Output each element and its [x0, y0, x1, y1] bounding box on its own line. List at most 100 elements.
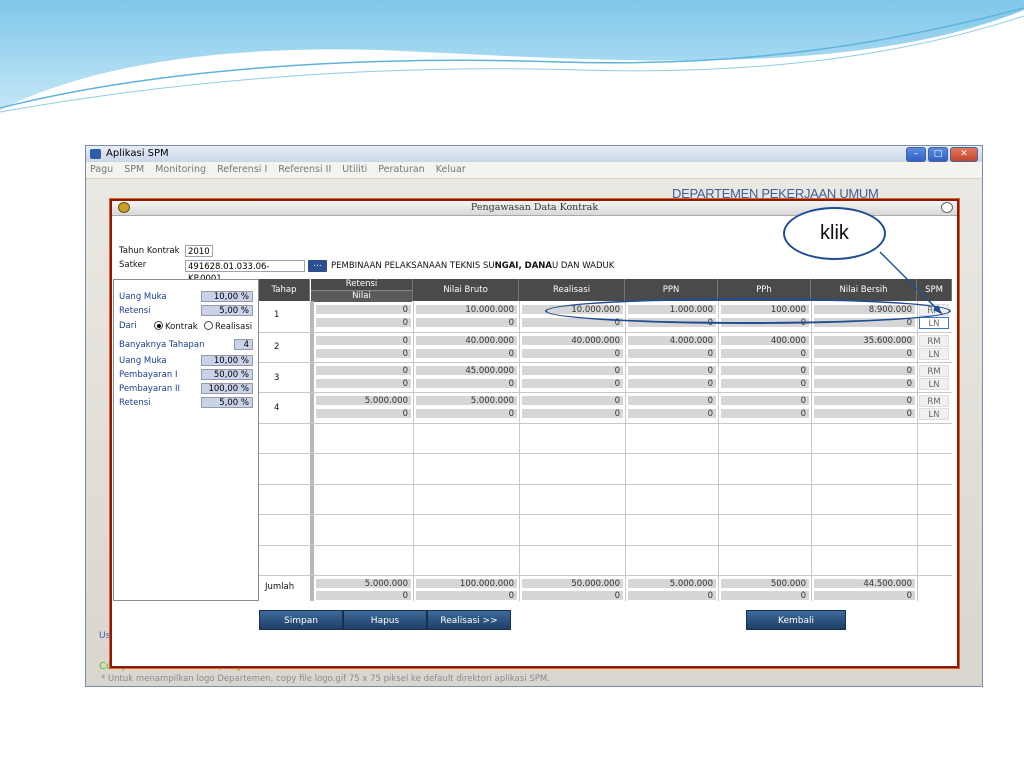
- col-header-nilai-bersih: Nilai Bersih: [811, 279, 917, 301]
- kembali-button[interactable]: Kembali: [746, 610, 846, 630]
- table-cell[interactable]: 0: [521, 317, 624, 328]
- table-cell[interactable]: 0: [627, 408, 717, 419]
- table-cell[interactable]: 45.000.000: [415, 365, 518, 376]
- spm-ln-button[interactable]: LN: [919, 317, 949, 329]
- menu-keluar[interactable]: Keluar: [436, 164, 466, 175]
- menu-spm[interactable]: SPM: [124, 164, 144, 175]
- spm-ln-button[interactable]: LN: [919, 348, 949, 360]
- table-cell[interactable]: 0: [720, 408, 810, 419]
- pct-value[interactable]: 5,00 %: [201, 397, 253, 408]
- table-cell[interactable]: 0: [315, 365, 412, 376]
- table-cell[interactable]: 0: [415, 408, 518, 419]
- table-cell[interactable]: 0: [627, 395, 717, 406]
- table-cell[interactable]: 0: [720, 317, 810, 328]
- table-cell[interactable]: 0: [720, 348, 810, 359]
- table-cell[interactable]: 0: [315, 335, 412, 346]
- menu-pagu[interactable]: Pagu: [90, 164, 113, 175]
- grid-line: [259, 392, 952, 393]
- table-cell[interactable]: 4.000.000: [627, 335, 717, 346]
- grid-line: [259, 453, 952, 454]
- menubar: Pagu SPM Monitoring Referensi I Referens…: [86, 162, 982, 179]
- table-cell[interactable]: 0: [415, 378, 518, 389]
- app-icon: [90, 149, 101, 159]
- spm-rm-button[interactable]: RM: [919, 365, 949, 377]
- table-cell[interactable]: 0: [315, 317, 412, 328]
- table-cell[interactable]: 0: [415, 348, 518, 359]
- table-cell[interactable]: 100.000: [720, 304, 810, 315]
- table-cell[interactable]: 5.000.000: [315, 395, 412, 406]
- dialog-title: Pengawasan Data Kontrak: [470, 202, 599, 213]
- retensi-value[interactable]: 5,00 %: [201, 305, 253, 316]
- table-cell[interactable]: 0: [627, 378, 717, 389]
- table-cell[interactable]: 0: [315, 348, 412, 359]
- table-cell[interactable]: 0: [720, 365, 810, 376]
- tahun-label: Tahun Kontrak: [119, 246, 180, 256]
- spm-ln-button[interactable]: LN: [919, 408, 949, 420]
- logo-note: * Untuk menampilkan logo Departemen, cop…: [101, 674, 550, 684]
- dialog-close-icon[interactable]: [941, 202, 953, 213]
- parameter-panel: Uang Muka 10,00 % Retensi 5,00 % Dari Ko…: [113, 279, 259, 601]
- menu-referensi-1[interactable]: Referensi I: [217, 164, 267, 175]
- radio-kontrak[interactable]: Kontrak: [154, 321, 198, 332]
- menu-peraturan[interactable]: Peraturan: [378, 164, 424, 175]
- table-cell[interactable]: 5.000.000: [415, 395, 518, 406]
- table-cell[interactable]: 0: [813, 365, 916, 376]
- satker-description: PEMBINAAN PELAKSANAAN TEKNIS SUNGAI, DAN…: [331, 261, 615, 271]
- spm-ln-button[interactable]: LN: [919, 378, 949, 390]
- radio-realisasi-icon: [204, 321, 213, 330]
- table-cell[interactable]: 0: [627, 348, 717, 359]
- radio-realisasi[interactable]: Realisasi: [204, 321, 252, 332]
- table-cell[interactable]: 0: [627, 317, 717, 328]
- table-cell[interactable]: 0: [813, 408, 916, 419]
- grid-line: [625, 301, 626, 601]
- menu-monitoring[interactable]: Monitoring: [155, 164, 206, 175]
- table-cell[interactable]: 10.000.000: [521, 304, 624, 315]
- table-cell[interactable]: 0: [813, 317, 916, 328]
- menu-utiliti[interactable]: Utiliti: [342, 164, 367, 175]
- col-header-retensi: Retensi Nilai: [311, 279, 413, 302]
- total-cell: 0: [720, 590, 810, 601]
- table-cell[interactable]: 400.000: [720, 335, 810, 346]
- klik-callout: klik: [783, 207, 886, 260]
- pct-value[interactable]: 10,00 %: [201, 355, 253, 366]
- table-cell[interactable]: 0: [415, 317, 518, 328]
- hapus-button[interactable]: Hapus: [343, 610, 427, 630]
- table-cell[interactable]: 1.000.000: [627, 304, 717, 315]
- satker-input[interactable]: 491628.01.033.06-KP.0001: [185, 260, 305, 284]
- table-cell[interactable]: 0: [720, 378, 810, 389]
- satker-browse-button[interactable]: ...: [308, 260, 327, 272]
- table-cell[interactable]: 10.000.000: [415, 304, 518, 315]
- table-cell[interactable]: 40.000.000: [521, 335, 624, 346]
- table-cell[interactable]: 0: [521, 348, 624, 359]
- table-cell[interactable]: 40.000.000: [415, 335, 518, 346]
- simpan-button[interactable]: Simpan: [259, 610, 343, 630]
- table-cell[interactable]: 0: [813, 395, 916, 406]
- table-cell[interactable]: 35.600.000: [813, 335, 916, 346]
- table-cell[interactable]: 0: [813, 378, 916, 389]
- uang-muka-value[interactable]: 10,00 %: [201, 291, 253, 302]
- pct-value[interactable]: 100,00 %: [201, 383, 253, 394]
- table-cell[interactable]: 0: [720, 395, 810, 406]
- table-cell[interactable]: 0: [315, 408, 412, 419]
- banyak-tahapan-value[interactable]: 4: [234, 339, 253, 350]
- table-cell[interactable]: 0: [521, 408, 624, 419]
- table-cell[interactable]: 8.900.000: [813, 304, 916, 315]
- spm-rm-button[interactable]: RM: [919, 335, 949, 347]
- jumlah-label: Jumlah: [265, 582, 295, 592]
- spm-rm-button[interactable]: RM: [919, 395, 949, 407]
- table-cell[interactable]: 0: [315, 378, 412, 389]
- table-cell[interactable]: 0: [813, 348, 916, 359]
- table-cell[interactable]: 0: [627, 365, 717, 376]
- tahun-input[interactable]: 2010: [185, 245, 213, 257]
- maximize-button[interactable]: □: [928, 147, 948, 162]
- menu-referensi-2[interactable]: Referensi II: [278, 164, 331, 175]
- realisasi-button[interactable]: Realisasi >>: [427, 610, 511, 630]
- minimize-button[interactable]: –: [906, 147, 926, 162]
- table-cell[interactable]: 0: [521, 365, 624, 376]
- pct-value[interactable]: 50,00 %: [201, 369, 253, 380]
- table-cell[interactable]: 0: [521, 395, 624, 406]
- spm-rm-button[interactable]: RM: [919, 304, 949, 316]
- table-cell[interactable]: 0: [315, 304, 412, 315]
- close-button[interactable]: ✕: [950, 147, 978, 162]
- table-cell[interactable]: 0: [521, 378, 624, 389]
